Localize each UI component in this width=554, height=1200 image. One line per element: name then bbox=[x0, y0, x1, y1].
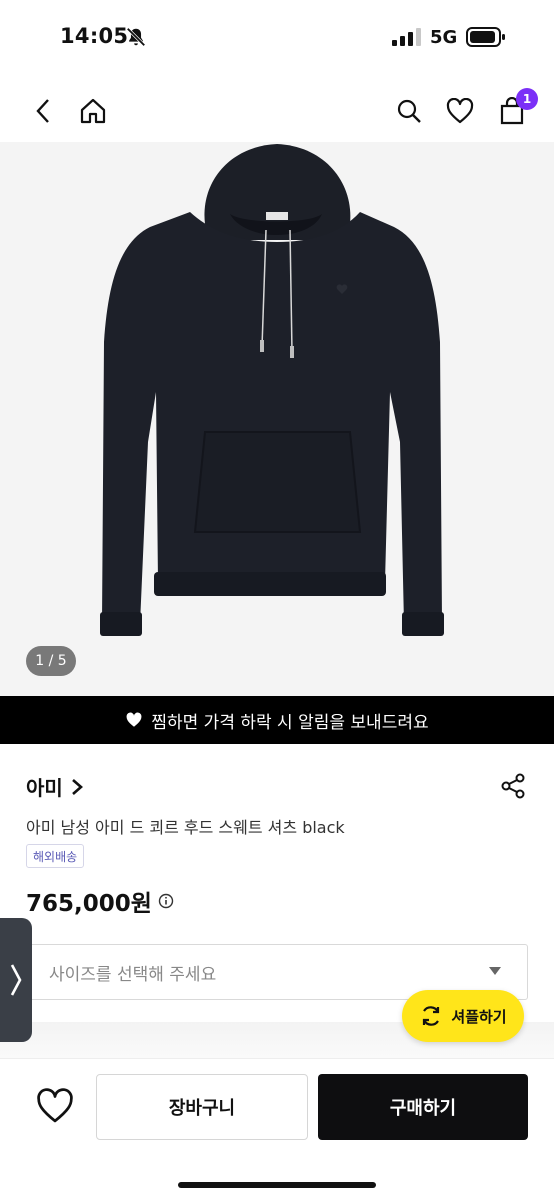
status-bar: 14:05 5G bbox=[0, 0, 554, 72]
caret-down-icon bbox=[489, 967, 501, 975]
product-price: 765,000원 bbox=[26, 891, 152, 917]
home-button[interactable] bbox=[76, 94, 110, 128]
heart-icon bbox=[126, 712, 142, 727]
battery-icon bbox=[466, 27, 505, 47]
product-image[interactable] bbox=[0, 142, 554, 696]
size-select-placeholder: 사이즈를 선택해 주세요 bbox=[49, 964, 217, 985]
cart-count-badge: 1 bbox=[516, 88, 538, 110]
price-row: 765,000원 bbox=[26, 884, 174, 918]
add-to-cart-button[interactable]: 장바구니 bbox=[96, 1074, 308, 1140]
product-name: 아미 남성 아미 드 쾨르 후드 스웨트 셔츠 black bbox=[26, 818, 345, 837]
share-icon[interactable] bbox=[500, 773, 526, 799]
back-icon bbox=[36, 99, 49, 123]
brand-link[interactable]: 아미 bbox=[26, 772, 83, 801]
network-type: 5G bbox=[430, 27, 458, 48]
search-icon bbox=[397, 99, 421, 123]
home-indicator bbox=[178, 1182, 376, 1188]
shuffle-label: 셔플하기 bbox=[451, 1007, 507, 1026]
home-icon bbox=[80, 98, 106, 124]
hoodie-image bbox=[100, 144, 444, 636]
side-drawer-tab[interactable] bbox=[0, 918, 32, 1042]
image-counter: 1 / 5 bbox=[26, 646, 76, 676]
brand-name: 아미 bbox=[26, 776, 63, 800]
search-button[interactable] bbox=[392, 94, 426, 128]
chevron-right-icon bbox=[71, 778, 83, 795]
nav-bar: 1 bbox=[0, 80, 554, 142]
chevron-right-icon bbox=[10, 964, 22, 996]
alert-text: 찜하면 가격 하락 시 알림을 보내드려요 bbox=[151, 712, 429, 733]
wishlist-heart-button[interactable] bbox=[36, 1088, 74, 1124]
refresh-icon bbox=[423, 1006, 440, 1026]
shuffle-button[interactable]: 셔플하기 bbox=[402, 990, 524, 1042]
overseas-shipping-badge: 해외배송 bbox=[26, 844, 85, 868]
info-icon[interactable] bbox=[158, 893, 174, 909]
signal-icon bbox=[392, 28, 421, 46]
wishlist-button[interactable] bbox=[443, 94, 477, 128]
status-time: 14:05 bbox=[60, 24, 129, 48]
back-button[interactable] bbox=[26, 94, 60, 128]
price-alert-banner[interactable]: 찜하면 가격 하락 시 알림을 보내드려요 bbox=[0, 696, 554, 744]
heart-icon bbox=[446, 98, 474, 124]
bell-off-icon bbox=[126, 27, 146, 47]
buy-now-button[interactable]: 구매하기 bbox=[318, 1074, 528, 1140]
